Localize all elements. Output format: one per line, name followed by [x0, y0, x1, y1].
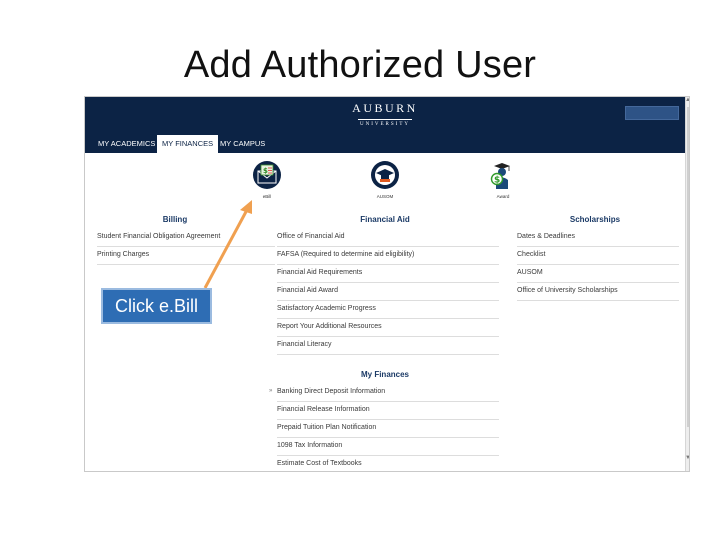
- ebill-label[interactable]: eBill: [252, 194, 282, 199]
- link-banking-direct-deposit[interactable]: Banking Direct Deposit Information: [277, 384, 499, 402]
- logo-sub-text: UNIVERSITY: [360, 122, 410, 127]
- link-checklist[interactable]: Checklist: [517, 247, 679, 265]
- billing-header: Billing: [162, 215, 188, 224]
- link-student-financial-obligation[interactable]: Student Financial Obligation Agreement: [97, 229, 275, 247]
- link-office-of-financial-aid[interactable]: Office of Financial Aid: [277, 229, 499, 247]
- ausom-label[interactable]: AUSOM: [370, 194, 400, 199]
- logo-divider: [358, 119, 412, 120]
- scroll-down-icon[interactable]: ▼: [685, 455, 689, 461]
- tab-my-finances[interactable]: MY FINANCES: [157, 135, 219, 153]
- link-dates-deadlines[interactable]: Dates & Deadlines: [517, 229, 679, 247]
- slide-title: Add Authorized User: [183, 44, 537, 86]
- auburn-logo[interactable]: AUBURN UNIVERSITY: [345, 101, 425, 127]
- portal-screenshot: AUBURN UNIVERSITY MY ACADEMICS MY FINANC…: [84, 96, 690, 472]
- portal-header: AUBURN UNIVERSITY MY ACADEMICS MY FINANC…: [85, 97, 685, 153]
- link-office-university-scholarships[interactable]: Office of University Scholarships: [517, 283, 679, 301]
- graduate-dollar-icon[interactable]: $: [488, 159, 520, 191]
- svg-text:$: $: [263, 167, 268, 175]
- link-financial-literacy[interactable]: Financial Literacy: [277, 337, 499, 355]
- link-estimate-textbooks[interactable]: Estimate Cost of Textbooks: [277, 456, 499, 471]
- link-satisfactory-academic-progress[interactable]: Satisfactory Academic Progress: [277, 301, 499, 319]
- svg-text:$: $: [494, 176, 500, 186]
- link-financial-aid-award[interactable]: Financial Aid Award: [277, 283, 499, 301]
- tab-my-academics[interactable]: MY ACADEMICS: [93, 135, 160, 153]
- link-prepaid-tuition[interactable]: Prepaid Tuition Plan Notification: [277, 420, 499, 438]
- graduation-cap-icon[interactable]: [371, 161, 399, 189]
- scroll-thumb[interactable]: [687, 107, 689, 427]
- header-user-button[interactable]: [625, 106, 679, 120]
- link-printing-charges[interactable]: Printing Charges: [97, 247, 275, 265]
- link-ausom[interactable]: AUSOM: [517, 265, 679, 283]
- ebill-envelope-icon[interactable]: $: [253, 161, 281, 189]
- tab-my-campus[interactable]: MY CAMPUS: [215, 135, 270, 153]
- logo-main-text: AUBURN: [352, 101, 418, 115]
- link-1098-tax[interactable]: 1098 Tax Information: [277, 438, 499, 456]
- link-fafsa[interactable]: FAFSA (Required to determine aid eligibi…: [277, 247, 499, 265]
- scroll-up-icon[interactable]: ▲: [685, 97, 689, 103]
- click-ebill-callout: Click e.Bill: [101, 288, 212, 324]
- page-scrollbar[interactable]: ▲ ▼: [685, 97, 689, 471]
- link-financial-release[interactable]: Financial Release Information: [277, 402, 499, 420]
- financial-aid-header: Financial Aid: [360, 215, 410, 224]
- link-report-additional-resources[interactable]: Report Your Additional Resources: [277, 319, 499, 337]
- link-financial-aid-requirements[interactable]: Financial Aid Requirements: [277, 265, 499, 283]
- award-label[interactable]: Award: [488, 194, 518, 199]
- row-pointer-icon: »: [269, 388, 273, 394]
- my-finances-header: My Finances: [360, 370, 409, 379]
- scholarships-header: Scholarships: [569, 215, 621, 224]
